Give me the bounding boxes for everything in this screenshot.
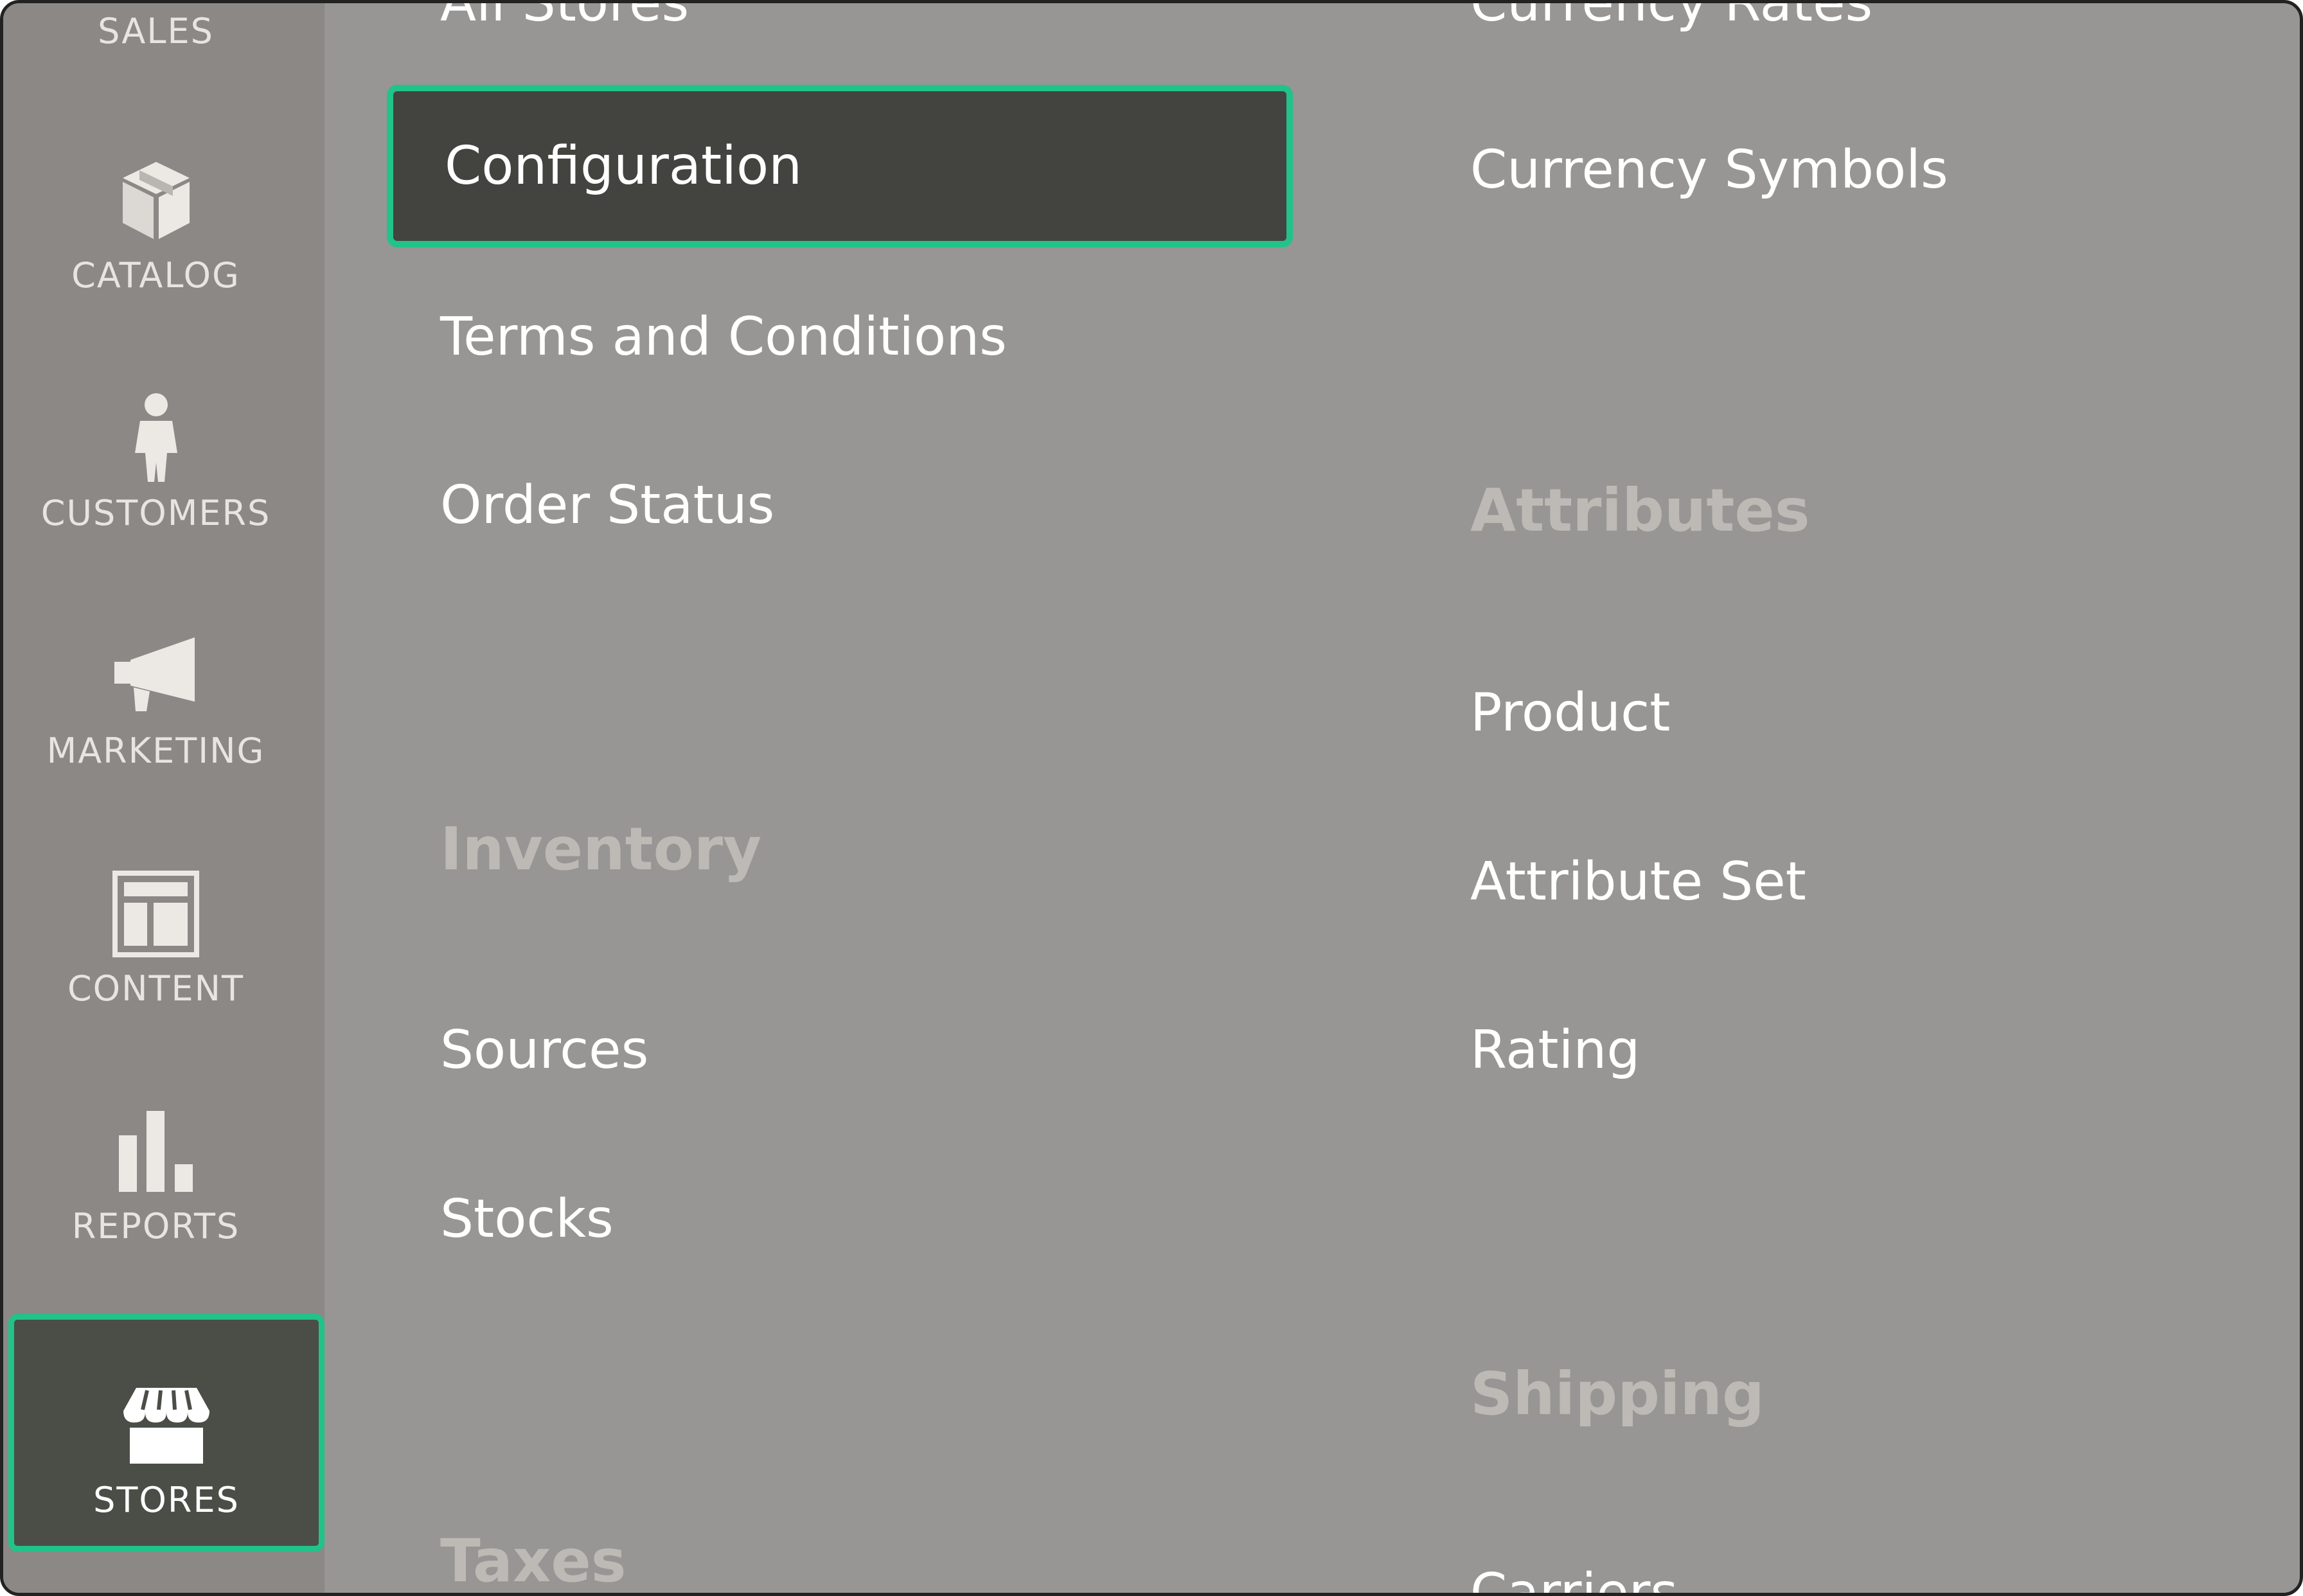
menu-link-configuration-selected[interactable]: Configuration bbox=[387, 85, 1293, 247]
sidebar-item-label: MARKETING bbox=[46, 731, 265, 771]
box-icon bbox=[108, 152, 204, 249]
megaphone-icon bbox=[108, 628, 204, 724]
dollar-icon bbox=[108, 3, 204, 4]
menu-link-rating[interactable]: Rating bbox=[1470, 1018, 1640, 1083]
menu-heading-attributes: Attributes bbox=[1470, 476, 1810, 545]
layout-icon bbox=[108, 865, 204, 962]
sidebar-item-label: CUSTOMERS bbox=[40, 493, 271, 533]
person-icon bbox=[108, 390, 204, 486]
sidebar-item-label: REPORTS bbox=[71, 1206, 240, 1246]
menu-link-carriers[interactable]: Carriers bbox=[1470, 1561, 1678, 1593]
menu-link-order-status[interactable]: Order Status bbox=[440, 474, 774, 538]
sidebar-item-stores[interactable]: STORES bbox=[8, 1314, 325, 1552]
menu-heading-shipping: Shipping bbox=[1470, 1360, 1765, 1428]
sidebar-item-label: SALES bbox=[98, 11, 214, 51]
sidebar-item-reports[interactable]: REPORTS bbox=[3, 1060, 308, 1272]
sidebar-item-marketing[interactable]: MARKETING bbox=[3, 585, 308, 797]
sidebar-item-sales[interactable]: SALES bbox=[3, 3, 308, 77]
menu-heading-taxes: Taxes bbox=[440, 1527, 627, 1595]
menu-link-sources[interactable]: Sources bbox=[440, 1018, 648, 1083]
sidebar-item-label: STORES bbox=[93, 1480, 240, 1520]
sidebar-item-content[interactable]: CONTENT bbox=[3, 822, 308, 1034]
menu-link-stocks[interactable]: Stocks bbox=[440, 1187, 614, 1252]
menu-link-attribute-set[interactable]: Attribute Set bbox=[1470, 850, 1806, 914]
app-frame: SALES CATALOG CUSTOMERS MARKETING CONTEN… bbox=[0, 0, 2303, 1596]
menu-link-currency-rates[interactable]: Currency Rates bbox=[1470, 3, 1872, 35]
menu-link-configuration[interactable]: Configuration bbox=[445, 134, 802, 199]
storefront-icon bbox=[118, 1377, 215, 1473]
menu-link-all-stores[interactable]: All Stores bbox=[440, 3, 689, 35]
admin-sidebar: SALES CATALOG CUSTOMERS MARKETING CONTEN… bbox=[3, 3, 325, 1593]
sidebar-item-customers[interactable]: CUSTOMERS bbox=[3, 347, 308, 559]
sidebar-item-label: CONTENT bbox=[67, 968, 245, 1009]
menu-link-terms-and-conditions[interactable]: Terms and Conditions bbox=[440, 305, 1007, 369]
menu-heading-inventory: Inventory bbox=[440, 815, 762, 883]
menu-link-product[interactable]: Product bbox=[1470, 681, 1670, 745]
bar-chart-icon bbox=[108, 1103, 204, 1200]
sidebar-item-catalog[interactable]: CATALOG bbox=[3, 109, 308, 321]
sidebar-item-label: CATALOG bbox=[71, 255, 240, 296]
menu-link-currency-symbols[interactable]: Currency Symbols bbox=[1470, 138, 1948, 202]
